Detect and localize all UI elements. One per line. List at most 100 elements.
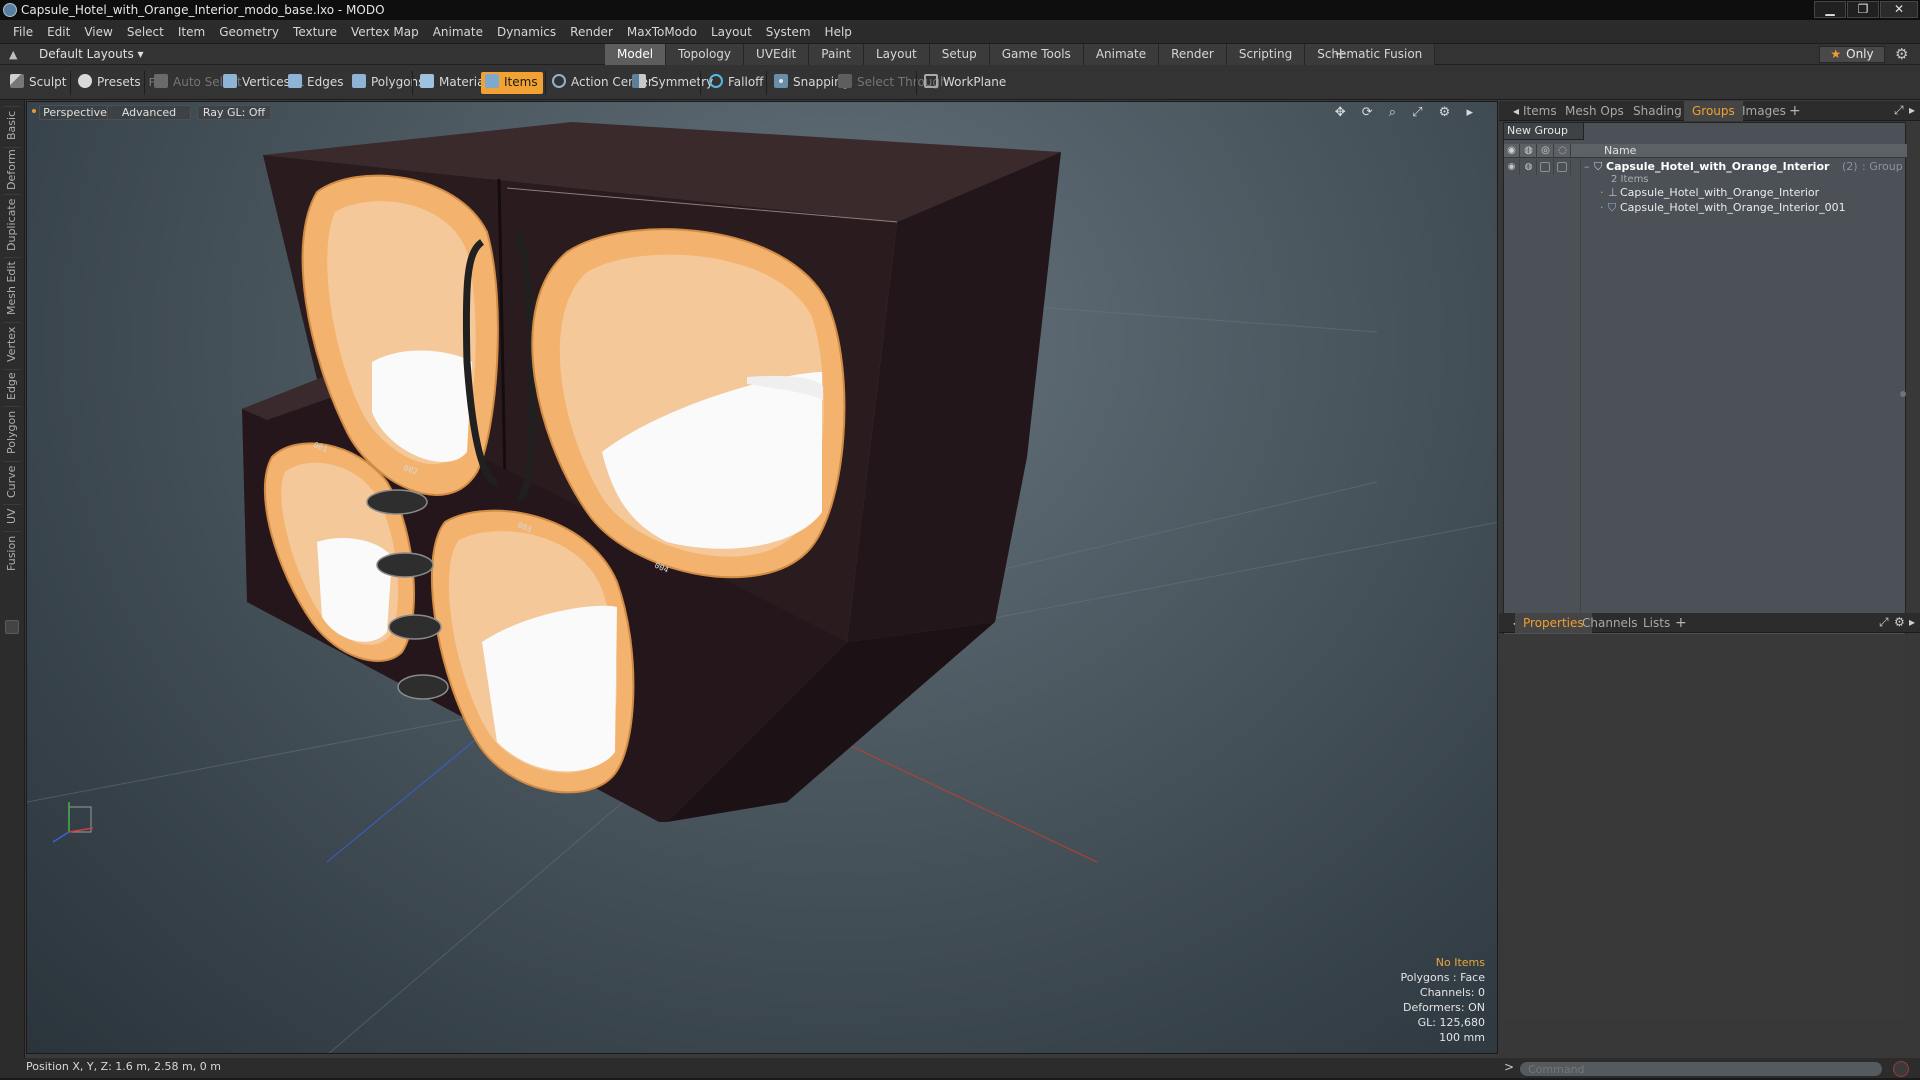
tab-render[interactable]: Render [1159, 44, 1227, 65]
modo-app-icon [3, 3, 17, 17]
brush-icon [10, 74, 24, 88]
falloff-icon [709, 74, 723, 88]
menu-help[interactable]: Help [818, 20, 859, 44]
member-name-1: Capsule_Hotel_with_Orange_Interior [1620, 186, 1820, 199]
lock-icon[interactable]: ◍ [1521, 144, 1537, 158]
add-panel-tab[interactable]: + [1781, 101, 1809, 121]
axis-gizmo [52, 802, 94, 843]
panel-arrow-icon[interactable]: ▸ [1909, 103, 1915, 117]
presets-icon [78, 74, 92, 88]
name-column-header[interactable]: Name [1604, 144, 1636, 158]
menu-select[interactable]: Select [120, 20, 171, 44]
tab-topology[interactable]: Topology [666, 44, 745, 65]
channels-info: Channels: 0 [1419, 986, 1485, 999]
vtab-edge[interactable]: Edge [3, 369, 21, 403]
shading-mode-dropdown[interactable]: Advanced [107, 105, 191, 120]
close-button[interactable]: ✕ [1880, 1, 1918, 18]
tree-branch-icon: · [1600, 186, 1604, 199]
layout-dropdown[interactable]: Default Layouts ▾ [39, 46, 144, 63]
expand-panel-icon[interactable]: ⤢ [1879, 615, 1889, 630]
tab-mesh-ops[interactable]: Mesh Ops [1557, 101, 1632, 121]
menu-edit[interactable]: Edit [40, 20, 77, 44]
vtab-uv[interactable]: UV [3, 504, 21, 528]
menu-file[interactable]: File [6, 20, 40, 44]
add-tab-button[interactable]: + [1334, 45, 1347, 63]
presets-button[interactable]: PresetsF6 [74, 72, 162, 94]
item-icon [485, 74, 499, 88]
gear-icon[interactable]: ⚙ [1895, 45, 1908, 63]
tab-setup[interactable]: Setup [929, 44, 990, 65]
viewport-header: Perspective Advanced Ray GL: Off ✥ ⟳ ⌕ ⤢… [27, 102, 1497, 122]
vtab-duplicate[interactable]: Duplicate [3, 194, 21, 254]
tab-animate[interactable]: Animate [1083, 44, 1160, 65]
polygon-info: Polygons : Face [1400, 971, 1485, 984]
group-member-row[interactable]: · ⛉ Capsule_Hotel_with_Orange_Interior_0… [1504, 200, 1907, 216]
command-clear-button[interactable] [1893, 1061, 1909, 1077]
vtab-fusion[interactable]: Fusion [3, 531, 21, 575]
minimize-button[interactable]: ▁ [1814, 1, 1846, 18]
add-panel-tab[interactable]: + [1667, 613, 1695, 633]
only-toggle-button[interactable]: ★ Only [1819, 46, 1885, 63]
vtab-mesh-edit[interactable]: Mesh Edit [3, 257, 21, 319]
expand-panel-icon[interactable]: ⤢ [1894, 103, 1904, 118]
group-member-row[interactable]: · ⊥ Capsule_Hotel_with_Orange_Interior [1504, 185, 1907, 201]
vtab-curve[interactable]: Curve [3, 461, 21, 501]
menu-system[interactable]: System [759, 20, 818, 44]
maximize-button[interactable]: ❐ [1847, 1, 1879, 18]
items-button[interactable]: Items [481, 72, 543, 94]
command-input[interactable] [1519, 1061, 1883, 1077]
gear-icon[interactable]: ⚙ [1894, 615, 1905, 629]
menu-texture[interactable]: Texture [286, 20, 344, 44]
eye-icon[interactable]: ◉ [1504, 144, 1520, 158]
menu-render[interactable]: Render [563, 20, 620, 44]
tab-model[interactable]: Model [605, 44, 667, 65]
tab-schematic-fusion[interactable]: Schematic Fusion [1305, 44, 1436, 65]
falloff-button[interactable]: Falloff [705, 72, 763, 94]
viewport-nav-icons[interactable]: ✥ ⟳ ⌕ ⤢ ⚙ ▸ [1335, 105, 1479, 120]
menu-item[interactable]: Item [171, 20, 212, 44]
select-checkbox[interactable] [1557, 162, 1567, 172]
window-title: Capsule_Hotel_with_Orange_Interior_modo_… [21, 3, 385, 17]
position-readout: Position X, Y, Z: 1.6 m, 2.58 m, 0 m [26, 1060, 221, 1073]
vtab-vertex[interactable]: Vertex [3, 322, 21, 366]
vtab-deform[interactable]: Deform [3, 147, 21, 191]
edge-icon [288, 74, 302, 88]
menu-maxtomodo[interactable]: MaxToModo [620, 20, 704, 44]
tab-paint[interactable]: Paint [809, 44, 864, 65]
layout-tab-bar: ▲ Default Layouts ▾ Model Topology UVEdi… [0, 44, 1920, 65]
raygl-toggle[interactable]: Ray GL: Off [197, 105, 271, 120]
viewport-status-dot [32, 109, 36, 113]
tab-shading[interactable]: Shading [1625, 101, 1690, 121]
panel-collapse-handle[interactable] [5, 620, 19, 634]
render-icon[interactable]: ◎ [1538, 144, 1554, 158]
tab-game-tools[interactable]: Game Tools [989, 44, 1084, 65]
vtab-polygon[interactable]: Polygon [3, 406, 21, 458]
symmetry-icon [632, 74, 646, 88]
render-checkbox[interactable] [1540, 162, 1550, 172]
deformers-info: Deformers: ON [1403, 1001, 1485, 1014]
new-group-button[interactable]: New Group [1504, 123, 1584, 140]
grid-scale-info: 100 mm [1439, 1031, 1485, 1044]
panel-arrow-icon[interactable]: ▸ [1909, 615, 1915, 629]
scrollbar-handle[interactable] [1900, 391, 1906, 397]
menu-animate[interactable]: Animate [426, 20, 490, 44]
view-mode-dropdown[interactable]: Perspective [39, 105, 111, 120]
title-bar: Capsule_Hotel_with_Orange_Interior_modo_… [0, 0, 1920, 20]
3d-viewport[interactable]: 001 002 003 004 Perspective Advanced Ray… [26, 101, 1498, 1054]
vtab-basic[interactable]: Basic [3, 106, 21, 144]
z-axis-line [326, 721, 498, 863]
menu-vertex-map[interactable]: Vertex Map [344, 20, 426, 44]
menu-dynamics[interactable]: Dynamics [490, 20, 563, 44]
workplane-button[interactable]: WorkPlane [920, 72, 1006, 94]
shield-icon [154, 74, 168, 88]
layout-expand-icon[interactable]: ▲ [9, 48, 17, 61]
tab-uvedit[interactable]: UVEdit [744, 44, 810, 65]
menu-geometry[interactable]: Geometry [212, 20, 286, 44]
select-icon[interactable]: ◌ [1555, 144, 1571, 158]
menu-view[interactable]: View [77, 20, 119, 44]
sculpt-button[interactable]: Sculpt [6, 72, 66, 94]
menu-layout[interactable]: Layout [704, 20, 759, 44]
vertex-icon [223, 74, 237, 88]
tab-scripting[interactable]: Scripting [1226, 44, 1306, 65]
tab-layout[interactable]: Layout [863, 44, 930, 65]
